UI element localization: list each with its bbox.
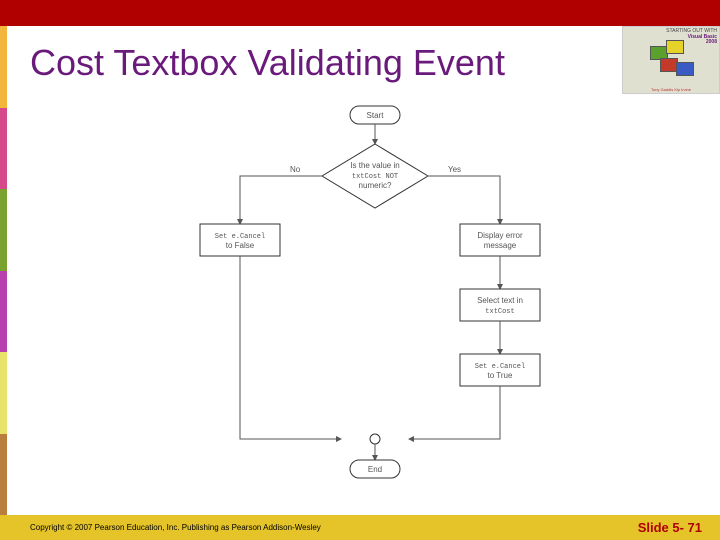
side-color-stripe [0, 26, 7, 515]
cube [666, 40, 684, 54]
book-logo: STARTING OUT WITH Visual Basic 2008 Tony… [622, 26, 720, 94]
stripe-seg [0, 434, 7, 516]
bottom-bar: Copyright © 2007 Pearson Education, Inc.… [0, 515, 720, 540]
decision-line1: Is the value in [350, 161, 399, 170]
no-label: No [290, 165, 301, 174]
no-box-l2: to False [226, 241, 255, 250]
yes1-l1: Display error [477, 231, 523, 240]
blocks-icon [646, 40, 696, 80]
no-box-l1: Set e.Cancel [215, 233, 265, 241]
end-label: End [368, 465, 382, 474]
flowchart-diagram: Start Is the value in txtCost NOT numeri… [160, 104, 580, 484]
stripe-seg [0, 26, 7, 108]
stripe-seg [0, 108, 7, 190]
yes2-l1: Select text in [477, 296, 523, 305]
slide-number: Slide 5- 71 [638, 520, 702, 535]
join-node [370, 434, 380, 444]
decision-line2: txtCost NOT [352, 173, 398, 181]
start-label: Start [367, 111, 385, 120]
yes-label: Yes [448, 165, 461, 174]
yes3-l1: Set e.Cancel [475, 363, 525, 371]
top-red-bar [0, 0, 720, 26]
cube [676, 62, 694, 76]
decision-line3: numeric? [359, 181, 392, 190]
copyright-text: Copyright © 2007 Pearson Education, Inc.… [30, 523, 321, 532]
stripe-seg [0, 189, 7, 271]
yes-process-2 [460, 289, 540, 321]
slide-title: Cost Textbox Validating Event [30, 42, 505, 84]
yes2-l2: txtCost [485, 308, 514, 316]
yes3-l2: to True [488, 371, 513, 380]
stripe-seg [0, 352, 7, 434]
stripe-seg [0, 271, 7, 353]
logo-sub: Tony Gaddis Kip Irvine [625, 87, 717, 92]
yes1-l2: message [484, 241, 517, 250]
yes-process-1 [460, 224, 540, 256]
